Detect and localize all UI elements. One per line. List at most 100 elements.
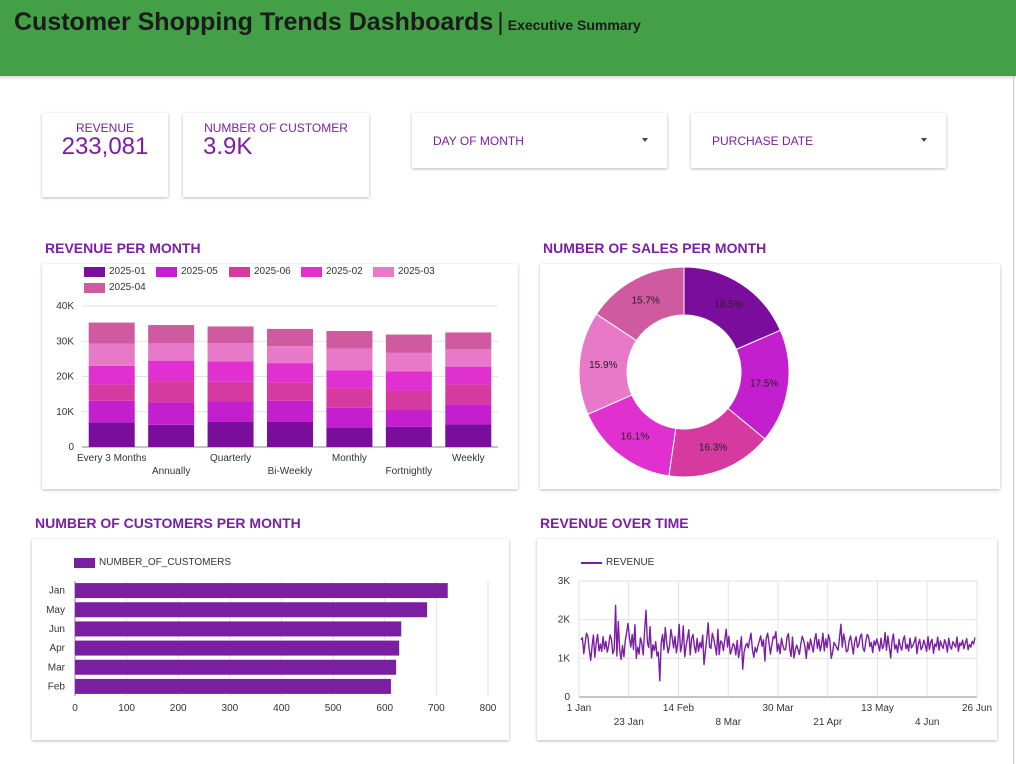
bar-segment — [445, 404, 492, 425]
title-separator: | — [497, 8, 504, 36]
x-tick-label: 700 — [428, 703, 445, 714]
caret-down-icon — [921, 138, 927, 142]
purchase-date-filter[interactable]: PURCHASE DATE — [691, 113, 946, 168]
customers-per-month-chart-card: NUMBER_OF_CUSTOMERS 0 100 200 300 400 500 600 7… — [32, 539, 509, 740]
y-tick-label: 0 — [564, 692, 570, 703]
page-subtitle: Executive Summary — [507, 17, 641, 33]
sales-per-month-title: NUMBER OF SALES PER MONTH — [543, 240, 767, 256]
legend-item: 2025-03 — [373, 266, 435, 277]
bar-segment — [445, 424, 492, 447]
bar-segment — [207, 421, 254, 447]
bar-segment — [88, 422, 135, 447]
header-bar: Customer Shopping Trends Dashboards | Exec… — [0, 0, 1016, 76]
y-tick-label: Apr — [49, 643, 65, 654]
y-tick-label: 40K — [56, 301, 74, 312]
slice-label: 15.7% — [631, 296, 659, 307]
bar-segment — [326, 370, 373, 389]
legend-swatch — [84, 266, 105, 277]
x-tick-label: 400 — [273, 703, 290, 714]
bar-segment — [148, 343, 195, 361]
legend-item: 2025-02 — [301, 266, 363, 277]
x-tick-label: 500 — [325, 703, 342, 714]
revenue-kpi-card: REVENUE 233,081 — [42, 113, 168, 197]
x-tick-label: Annually — [152, 466, 190, 477]
bar-segment — [148, 360, 195, 382]
bar-segment — [207, 381, 254, 402]
bar-segment — [385, 352, 432, 372]
legend-swatch — [156, 266, 177, 277]
x-tick-label: 1 Jan — [567, 703, 591, 714]
legend-item: NUMBER_OF_CUSTOMERS — [74, 557, 231, 568]
bar — [75, 602, 428, 618]
bar-segment — [88, 322, 135, 344]
legend-item: REVENUE — [581, 557, 654, 568]
legend-swatch — [84, 282, 105, 293]
x-tick-label: Monthly — [332, 453, 367, 464]
bar-segment — [88, 384, 135, 401]
legend-swatch — [229, 266, 250, 277]
x-tick-label: 800 — [480, 703, 497, 714]
bar — [75, 640, 400, 656]
bar-segment — [267, 363, 313, 383]
customers-per-month-chart: 0 100 200 300 400 500 600 700 800 Jan May Jun Apr Mar… — [46, 581, 497, 714]
bar-segment — [445, 366, 492, 385]
x-tick-label: 30 Mar — [762, 703, 794, 714]
x-tick-label: 13 May — [861, 703, 894, 714]
customers-kpi-card: NUMBER OF CUSTOMER 3.9K — [183, 113, 369, 197]
page-title: Customer Shopping Trends Dashboards — [14, 8, 494, 36]
slice-label: 16.3% — [699, 443, 727, 454]
y-tick-label: 0 — [68, 442, 74, 453]
bar-segment — [148, 402, 195, 425]
bar-segment — [385, 334, 432, 353]
bar-segment — [445, 332, 492, 350]
bar-segment — [445, 384, 492, 405]
legend-swatch — [581, 561, 602, 564]
day-of-month-filter[interactable]: DAY OF MONTH — [412, 113, 667, 168]
legend-label: NUMBER_OF_CUSTOMERS — [99, 557, 232, 568]
caret-down-icon — [642, 138, 648, 142]
bar — [75, 659, 397, 675]
y-tick-label: 1K — [558, 653, 571, 664]
bar-segment — [267, 421, 313, 447]
legend-item: 2025-05 — [156, 266, 218, 277]
y-tick-label: Jun — [49, 624, 65, 635]
bar-segment — [326, 388, 373, 408]
bar-segment — [207, 343, 254, 362]
bar — [75, 583, 448, 599]
legend-label: 2025-04 — [109, 282, 146, 293]
slice-label: 17.5% — [750, 378, 778, 389]
y-tick-label: 30K — [56, 336, 74, 347]
legend-swatch — [74, 557, 95, 568]
y-tick-label: 20K — [56, 372, 74, 383]
customers-per-month-title: NUMBER OF CUSTOMERS PER MONTH — [35, 515, 301, 531]
x-tick-label: Fortnightly — [386, 466, 433, 477]
y-tick-label: Mar — [48, 662, 66, 673]
y-tick-label: May — [46, 605, 65, 616]
bar-segment — [148, 424, 195, 447]
bar-segment — [267, 328, 313, 347]
x-tick-label: Weekly — [452, 453, 485, 464]
bar-segment — [207, 361, 254, 382]
bar-segment — [326, 348, 373, 371]
x-tick-label: Every 3 Months — [77, 453, 146, 464]
slice-label: 18.5% — [714, 299, 742, 310]
x-tick-label: 0 — [72, 703, 78, 714]
revenue-per-month-chart-card: 2025-01 2025-05 2025-06 2025-02 2025-03 2025-… — [42, 264, 518, 489]
revenue-over-time-chart-card: REVENUE 0 1K 2K 3K 1 Jan 23 Jan 14 Feb 8 Mar 30 … — [537, 539, 997, 740]
y-tick-label: Feb — [48, 681, 66, 692]
bar-segment — [207, 401, 254, 422]
bar — [75, 621, 402, 637]
x-tick-label: 26 Jun — [962, 703, 992, 714]
sales-per-month-chart-card: 18.5%17.5%16.3%16.1%15.9%15.7% JanMayJun… — [540, 264, 1000, 650]
bar-segment — [326, 427, 373, 447]
bar-segment — [88, 365, 135, 385]
x-tick-label: 4 Jun — [915, 717, 939, 728]
slice-label: 16.1% — [621, 431, 649, 442]
bar-segment — [385, 371, 432, 391]
revenue-over-time-title: REVENUE OVER TIME — [540, 515, 689, 531]
bar-segment — [207, 326, 254, 344]
bar-segment — [267, 346, 313, 364]
bar-segment — [326, 407, 373, 428]
revenue-over-time-chart: 0 1K 2K 3K 1 Jan 23 Jan 14 Feb 8 Mar 30 Mar 21 Ap… — [558, 576, 992, 728]
x-tick-label: 300 — [222, 703, 239, 714]
